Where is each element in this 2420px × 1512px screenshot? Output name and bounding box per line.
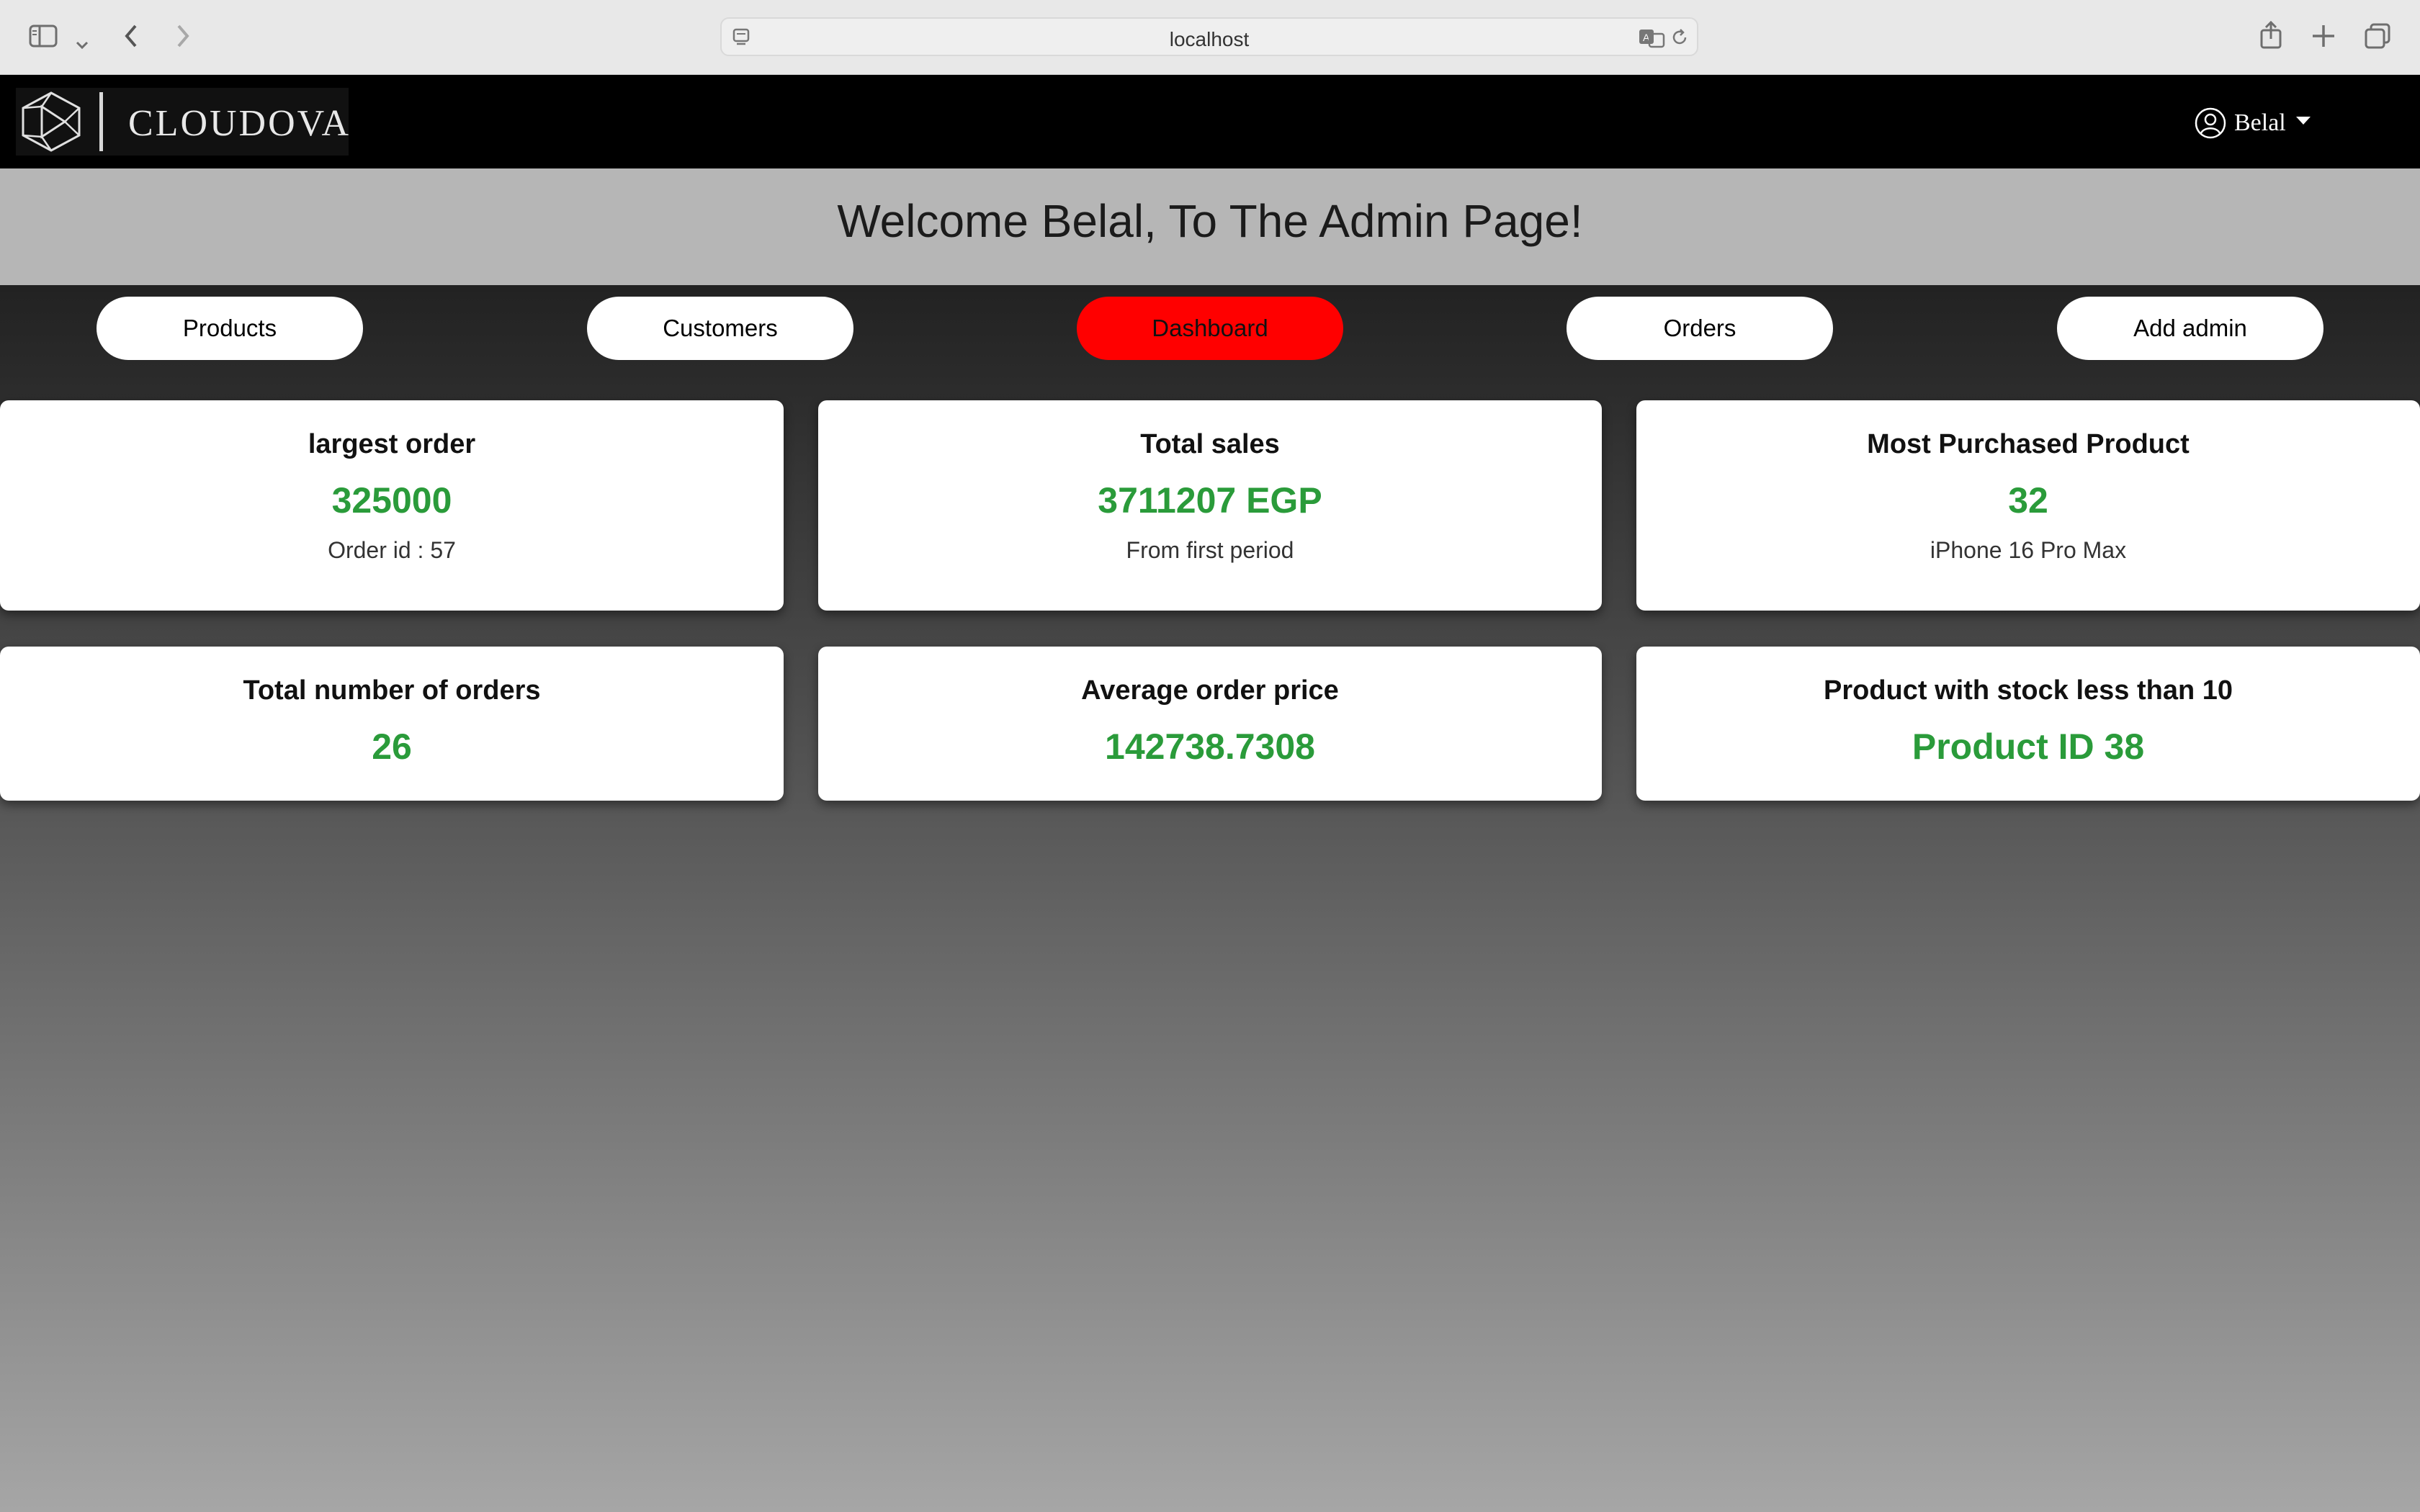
page-title: Welcome Belal, To The Admin Page! — [837, 195, 1583, 247]
low-stock-card: Product with stock less than 10 Product … — [1636, 647, 2420, 801]
card-title: Most Purchased Product — [1867, 429, 2190, 459]
largest-order-card: largest order 325000 Order id : 57 — [0, 400, 784, 611]
forward-icon[interactable] — [174, 23, 192, 53]
chevron-down-icon[interactable] — [75, 29, 89, 55]
customers-button[interactable]: Customers — [587, 297, 853, 360]
card-subtext: From first period — [1126, 537, 1294, 563]
translate-icon[interactable]: A — [1638, 27, 1665, 53]
add-admin-button[interactable]: Add admin — [2057, 297, 2323, 360]
card-value: 325000 — [331, 480, 452, 521]
brand-name: CLOUDOVA — [128, 103, 351, 144]
orders-button[interactable]: Orders — [1567, 297, 1833, 360]
card-value: 26 — [372, 726, 412, 767]
card-value: 142738.7308 — [1105, 726, 1315, 767]
share-icon[interactable] — [2259, 20, 2283, 55]
browser-toolbar: localhost A — [0, 0, 2420, 75]
caret-down-icon[interactable] — [2296, 117, 2311, 125]
card-value: Product ID 38 — [1912, 726, 2145, 767]
total-orders-card: Total number of orders 26 — [0, 647, 784, 801]
tabs-overview-icon[interactable] — [2364, 22, 2391, 54]
card-title: Product with stock less than 10 — [1823, 675, 2233, 706]
card-title: Total sales — [1140, 429, 1280, 459]
new-tab-icon[interactable] — [2311, 23, 2336, 53]
sidebar-icon[interactable] — [29, 24, 58, 53]
dashboard-main: Products Customers Dashboard Orders Add … — [0, 285, 2420, 1512]
reload-icon[interactable] — [1670, 27, 1690, 51]
url-text[interactable]: localhost — [722, 28, 1697, 51]
user-name[interactable]: Belal — [2234, 109, 2286, 137]
card-subtext: Order id : 57 — [328, 537, 456, 563]
card-value: 32 — [2008, 480, 2048, 521]
most-purchased-card: Most Purchased Product 32 iPhone 16 Pro … — [1636, 400, 2420, 611]
back-icon[interactable] — [122, 23, 140, 53]
card-title: Average order price — [1081, 675, 1339, 706]
welcome-banner: Welcome Belal, To The Admin Page! — [0, 168, 2420, 285]
card-title: largest order — [308, 429, 476, 459]
brand-logo[interactable]: CLOUDOVA — [16, 88, 349, 156]
logo-polyhedron-icon — [19, 91, 84, 156]
card-title: Total number of orders — [243, 675, 541, 706]
user-circle-icon — [2194, 107, 2227, 143]
average-price-card: Average order price 142738.7308 — [818, 647, 1602, 801]
address-bar[interactable]: localhost A — [720, 17, 1698, 56]
total-sales-card: Total sales 3711207 EGP From first perio… — [818, 400, 1602, 611]
dashboard-button[interactable]: Dashboard — [1077, 297, 1343, 360]
products-button[interactable]: Products — [97, 297, 363, 360]
card-value: 3711207 EGP — [1098, 480, 1322, 521]
card-subtext: iPhone 16 Pro Max — [1930, 537, 2127, 563]
app-header: CLOUDOVA Belal — [0, 75, 2420, 168]
logo-divider — [99, 92, 103, 151]
